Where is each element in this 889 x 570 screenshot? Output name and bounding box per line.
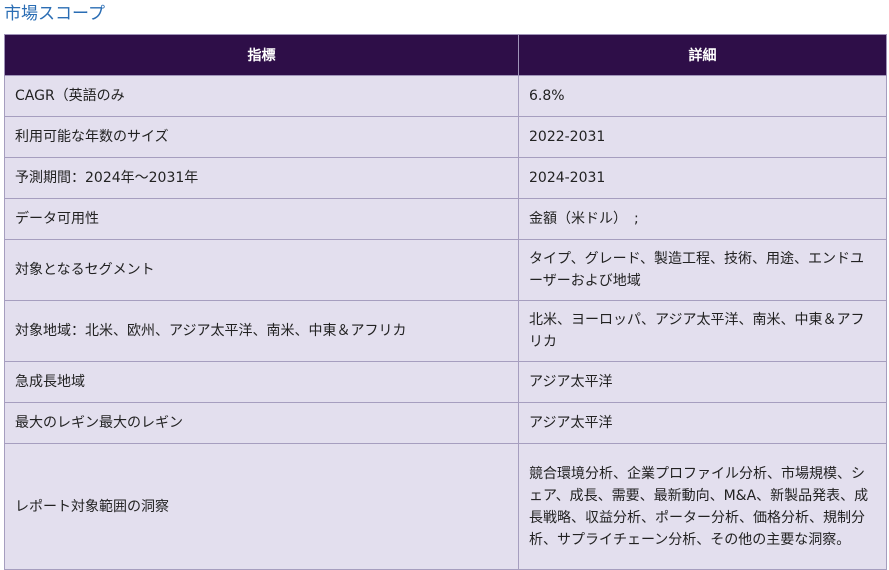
header-detail: 詳細 (518, 34, 887, 76)
metric-cell: 急成長地域 (4, 361, 519, 403)
metric-cell: レポート対象範囲の洞察 (4, 443, 519, 570)
detail-cell: 6.8% (518, 75, 887, 117)
metric-cell: 最大のレギン最大のレギン (4, 402, 519, 444)
table-row: データ可用性 金額（米ドル） ; (4, 198, 887, 240)
table-row: 急成長地域 アジア太平洋 (4, 361, 887, 403)
metric-cell: データ可用性 (4, 198, 519, 240)
detail-cell: タイプ、グレード、製造工程、技術、用途、エンドユーザーおよび地域 (518, 239, 887, 301)
table-header-row: 指標 詳細 (4, 34, 887, 76)
table-row: レポート対象範囲の洞察 競合環境分析、企業プロファイル分析、市場規模、シェア、成… (4, 443, 887, 570)
detail-cell: 競合環境分析、企業プロファイル分析、市場規模、シェア、成長、需要、最新動向、M&… (518, 443, 887, 570)
detail-cell: 2024-2031 (518, 157, 887, 199)
table-row: 最大のレギン最大のレギン アジア太平洋 (4, 402, 887, 444)
detail-cell: 金額（米ドル） ; (518, 198, 887, 240)
page-title: 市場スコープ (4, 4, 105, 24)
table-row: 予測期間：2024年～2031年 2024-2031 (4, 157, 887, 199)
table-row: 対象となるセグメント タイプ、グレード、製造工程、技術、用途、エンドユーザーおよ… (4, 239, 887, 301)
detail-cell: アジア太平洋 (518, 361, 887, 403)
table-row: 利用可能な年数のサイズ 2022-2031 (4, 116, 887, 158)
market-scope-table: 指標 詳細 CAGR（英語のみ 6.8% 利用可能な年数のサイズ 2022-20… (4, 34, 887, 570)
metric-cell: CAGR（英語のみ (4, 75, 519, 117)
metric-cell: 対象地域：北米、欧州、アジア太平洋、南米、中東＆アフリカ (4, 300, 519, 362)
metric-cell: 予測期間：2024年～2031年 (4, 157, 519, 199)
table-row: 対象地域：北米、欧州、アジア太平洋、南米、中東＆アフリカ 北米、ヨーロッパ、アジ… (4, 300, 887, 362)
header-metric: 指標 (4, 34, 519, 76)
detail-cell: 北米、ヨーロッパ、アジア太平洋、南米、中東＆アフリカ (518, 300, 887, 362)
detail-cell: アジア太平洋 (518, 402, 887, 444)
metric-cell: 利用可能な年数のサイズ (4, 116, 519, 158)
table-row: CAGR（英語のみ 6.8% (4, 75, 887, 117)
detail-cell: 2022-2031 (518, 116, 887, 158)
metric-cell: 対象となるセグメント (4, 239, 519, 301)
